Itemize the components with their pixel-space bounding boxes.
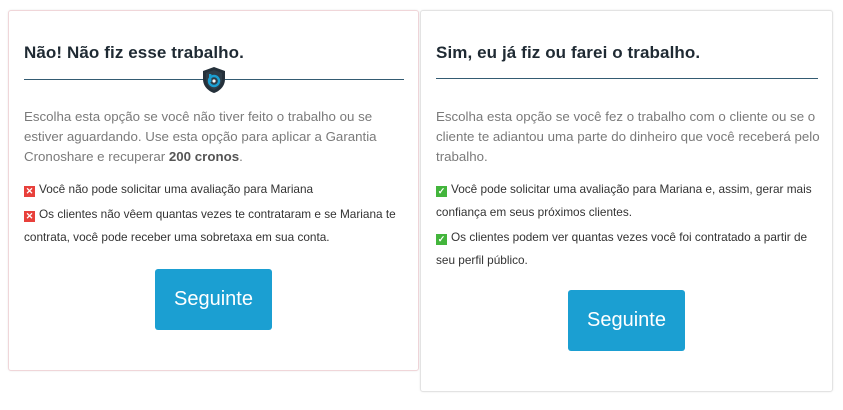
list-item: ✓ Os clientes podem ver quantas vezes voc… xyxy=(436,230,808,267)
cronos-amount: 200 cronos xyxy=(168,149,240,164)
guarantee-shield-icon xyxy=(203,67,225,93)
option-card-not-done: Não! Não fiz esse trabalho. Escolha esta… xyxy=(8,10,419,371)
check-mark-icon: ✓ xyxy=(436,234,447,245)
list-item: ✕ Os clientes não vêem quantas vezes te c… xyxy=(24,207,396,244)
card-description: Escolha esta opção se você fez o trabalh… xyxy=(436,109,820,164)
card-title: Não! Não fiz esse trabalho. xyxy=(24,43,244,62)
x-mark-icon: ✕ xyxy=(24,211,35,222)
card-description: Escolha esta opção se você não tiver fei… xyxy=(24,109,377,164)
list-item: ✕ Você não pode solicitar uma avaliação p… xyxy=(24,182,314,197)
x-mark-icon: ✕ xyxy=(24,186,35,197)
card-title: Sim, eu já fiz ou farei o trabalho. xyxy=(436,43,701,62)
consequence-list: ✕ Você não pode solicitar uma avaliação p… xyxy=(24,178,409,251)
check-mark-icon: ✓ xyxy=(436,186,447,197)
list-item: ✓ Você pode solicitar uma avaliação para … xyxy=(436,182,812,219)
next-button-done[interactable]: Seguinte xyxy=(568,290,685,351)
option-card-done: Sim, eu já fiz ou farei o trabalho. Esco… xyxy=(420,10,833,392)
consequence-list: ✓ Você pode solicitar uma avaliação para … xyxy=(436,178,821,274)
title-divider xyxy=(436,78,818,79)
next-button-not-done[interactable]: Seguinte xyxy=(155,269,272,330)
